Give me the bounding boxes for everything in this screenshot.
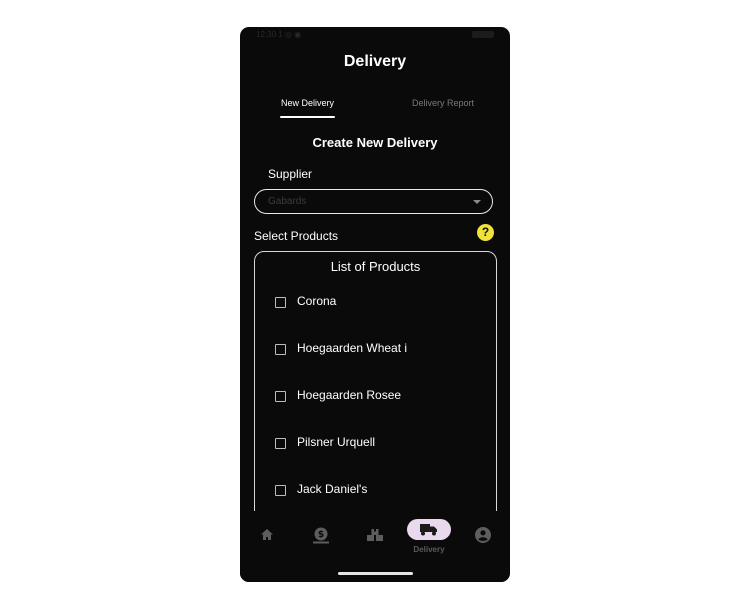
money-icon: $ xyxy=(313,527,329,544)
checkbox-icon[interactable] xyxy=(275,344,286,355)
status-icons xyxy=(472,31,494,38)
tab-indicator xyxy=(280,116,335,118)
product-label: Pilsner Urquell xyxy=(297,435,376,449)
supplier-dropdown[interactable]: Gabards xyxy=(254,189,493,214)
tab-delivery-report[interactable]: Delivery Report xyxy=(403,98,483,108)
list-item[interactable]: Corona xyxy=(275,294,475,312)
checkbox-icon[interactable] xyxy=(275,297,286,308)
account-icon xyxy=(475,527,491,543)
status-time: 12:30 1 ◎ ◉ xyxy=(256,30,302,39)
nav-delivery-label: Delivery xyxy=(413,545,445,554)
status-bar: 12:30 1 ◎ ◉ xyxy=(240,27,510,43)
checkbox-icon[interactable] xyxy=(275,485,286,496)
nav-inventory[interactable] xyxy=(361,525,389,545)
supplier-label: Supplier xyxy=(268,167,313,181)
nav-profile[interactable] xyxy=(469,525,497,545)
svg-text:$: $ xyxy=(318,530,324,540)
phone-screen: 12:30 1 ◎ ◉ Delivery New Delivery Delive… xyxy=(240,27,510,582)
product-label: Hoegaarden Wheat i xyxy=(297,341,408,355)
product-list-title: List of Products xyxy=(330,259,421,274)
form-title: Create New Delivery xyxy=(312,135,438,150)
tab-new-delivery[interactable]: New Delivery xyxy=(270,98,345,108)
page-title: Delivery xyxy=(343,53,407,70)
checkbox-icon[interactable] xyxy=(275,391,286,402)
supplier-value: Gabards xyxy=(268,196,307,207)
inventory-icon xyxy=(367,529,383,541)
truck-icon xyxy=(420,524,437,536)
list-item[interactable]: Hoegaarden Wheat i xyxy=(275,341,475,359)
home-indicator xyxy=(338,572,413,575)
checkbox-icon[interactable] xyxy=(275,438,286,449)
product-label: Corona xyxy=(297,294,337,308)
nav-delivery[interactable] xyxy=(407,519,451,540)
product-list: List of Products Corona Hoegaarden Wheat… xyxy=(254,251,497,551)
list-item[interactable]: Hoegaarden Rosee xyxy=(275,388,475,406)
list-item[interactable]: Jack Daniel's xyxy=(275,482,475,500)
nav-home[interactable] xyxy=(253,525,281,545)
help-icon[interactable]: ? xyxy=(477,224,494,241)
product-label: Hoegaarden Rosee xyxy=(297,388,402,402)
select-products-label: Select Products xyxy=(254,229,339,243)
product-label: Jack Daniel's xyxy=(297,482,368,496)
nav-finance[interactable]: $ xyxy=(307,525,335,545)
chevron-down-icon xyxy=(473,200,481,204)
home-icon xyxy=(261,529,273,540)
list-item[interactable]: Pilsner Urquell xyxy=(275,435,475,453)
